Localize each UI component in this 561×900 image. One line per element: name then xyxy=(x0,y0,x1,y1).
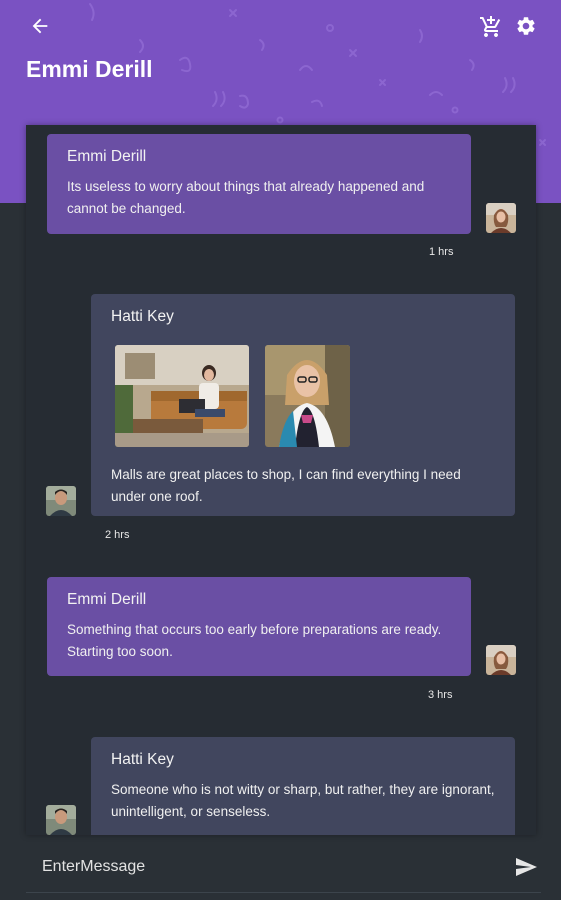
message-composer xyxy=(26,840,541,893)
arrow-left-icon xyxy=(32,18,48,34)
user-photo-icon xyxy=(486,203,516,233)
avatar[interactable] xyxy=(46,486,76,516)
message-sender: Emmi Derill xyxy=(67,148,147,165)
message-list[interactable]: Emmi Derill Its useless to worry about t… xyxy=(26,125,536,835)
message-timestamp: 2 hrs xyxy=(105,529,130,541)
message-timestamp: 1 hrs xyxy=(429,246,454,258)
settings-button[interactable] xyxy=(514,14,538,38)
message-sender: Hatti Key xyxy=(111,308,174,325)
avatar[interactable] xyxy=(46,805,76,835)
message-timestamp: 3 hrs xyxy=(428,689,453,701)
back-button[interactable] xyxy=(26,12,54,40)
user-photo-icon xyxy=(46,805,76,835)
user-photo-icon xyxy=(486,645,516,675)
gear-icon xyxy=(517,17,535,35)
user-photo-icon xyxy=(46,486,76,516)
send-icon xyxy=(516,858,537,876)
message-bubble-incoming: Hatti Key Someone who is not witty or sh… xyxy=(91,737,515,835)
photo-woman-glasses-icon xyxy=(265,345,350,447)
attachment-image[interactable] xyxy=(265,345,350,447)
message-text: Its useless to worry about things that a… xyxy=(67,179,425,216)
cart-plus-icon xyxy=(480,16,501,37)
chat-screen: Emmi Derill Emmi Derill Its useless to w… xyxy=(0,0,561,900)
avatar[interactable] xyxy=(486,203,516,233)
message-bubble-outgoing: Emmi Derill Something that occurs too ea… xyxy=(47,577,471,676)
photo-woman-laptop-icon xyxy=(115,345,249,447)
cart-button[interactable] xyxy=(478,14,504,40)
message-sender: Emmi Derill xyxy=(67,591,147,608)
message-bubble-outgoing: Emmi Derill Its useless to worry about t… xyxy=(47,134,471,234)
send-button[interactable] xyxy=(512,853,540,881)
page-title: Emmi Derill xyxy=(26,56,153,82)
avatar[interactable] xyxy=(486,645,516,675)
message-text: Malls are great places to shop, I can fi… xyxy=(111,467,461,504)
attachment-image[interactable] xyxy=(115,345,249,447)
message-sender: Hatti Key xyxy=(111,751,174,768)
message-text: Someone who is not witty or sharp, but r… xyxy=(111,782,495,819)
message-text: Something that occurs too early before p… xyxy=(67,622,442,659)
message-input[interactable] xyxy=(40,852,484,882)
